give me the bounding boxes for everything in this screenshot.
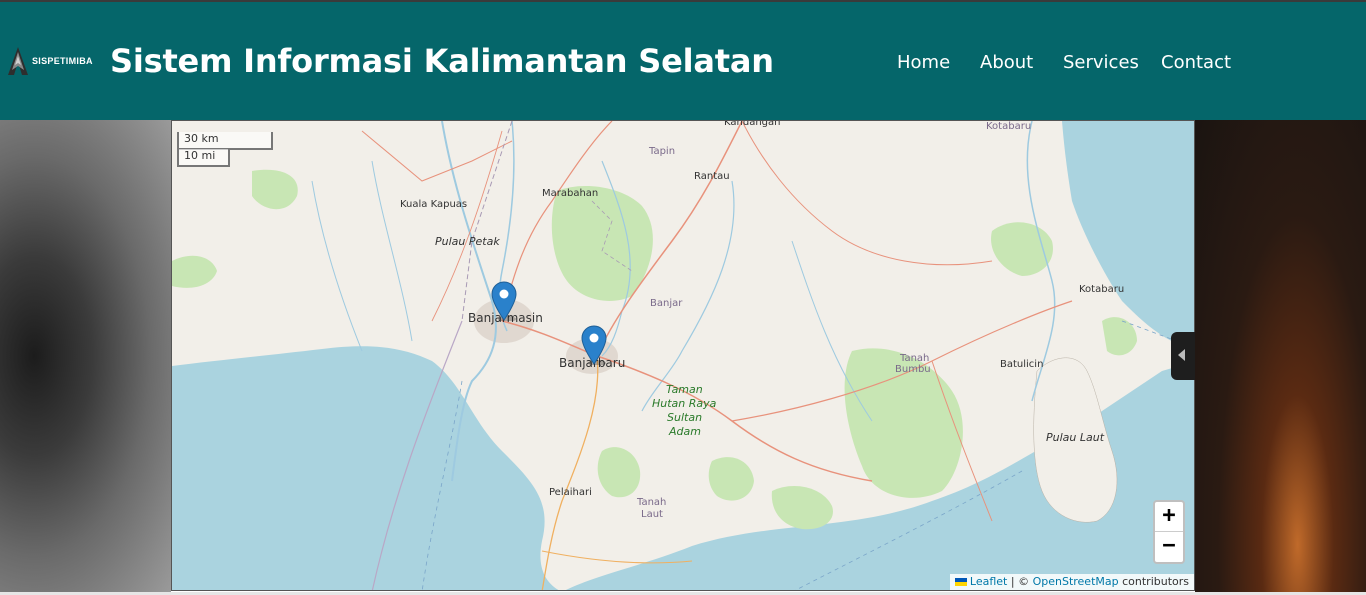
place-rantau: Rantau [694,171,730,182]
ukraine-flag-icon [954,578,967,586]
place-kotabaru: Kotabaru [1079,284,1125,295]
place-kuala-kapuas: Kuala Kapuas [400,199,468,210]
place-marabahan: Marabahan [542,188,599,199]
place-pelaihari: Pelaihari [549,487,592,498]
map-container[interactable]: 30 km 10 mi Kandangan Kotabaru Tapin Ran… [171,120,1195,591]
background-image-left [0,120,171,592]
map-attribution: Leaflet | © OpenStreetMap contributors [949,574,1194,590]
place-tanah-bumbu-2: Bumbu [895,364,931,375]
place-taman-4: Adam [669,425,701,438]
caret-left-icon [1178,349,1185,361]
main-nav: Home About Services Contact [0,52,1366,76]
place-banjar: Banjar [650,298,683,309]
nav-about-link[interactable]: About [980,52,1033,73]
place-pulau-petak: Pulau Petak [435,235,500,248]
nav-services-link[interactable]: Services [1063,52,1139,73]
leaflet-link[interactable]: Leaflet [970,575,1007,588]
place-kandangan: Kandangan [724,120,781,128]
openstreetmap-link[interactable]: OpenStreetMap [1033,575,1119,588]
map-marker-banjarbaru[interactable] [581,325,607,365]
place-tapin: Tapin [649,146,676,157]
place-tanah-bumbu-1: Tanah [900,353,930,364]
attribution-contributors: contributors [1118,575,1189,588]
place-kotabaru-top: Kotabaru [986,121,1032,132]
zoom-out-button[interactable]: − [1155,532,1183,562]
zoom-in-button[interactable]: + [1155,502,1183,532]
map-marker-banjarmasin[interactable] [491,281,517,321]
place-batulicin: Batulicin [1000,359,1044,370]
place-taman-3: Sultan [667,411,703,424]
map-tiles[interactable] [172,121,1195,591]
place-tanah-laut-1: Tanah [637,497,667,508]
zoom-control: + − [1153,500,1185,564]
place-taman-1: Taman [666,383,703,396]
nav-contact-link[interactable]: Contact [1161,52,1231,73]
attribution-separator: | © [1007,575,1033,588]
sidebar-toggle-button[interactable] [1171,332,1195,380]
scale-metric: 30 km [177,132,273,150]
scale-imperial: 10 mi [177,149,230,167]
background-image-right [1195,120,1366,592]
site-header: SISPETIMIBA Sistem Informasi Kalimantan … [0,2,1366,120]
place-tanah-laut-2: Laut [641,509,663,520]
place-taman-2: Hutan Raya [652,397,717,410]
nav-home-link[interactable]: Home [897,52,950,73]
place-pulau-laut: Pulau Laut [1046,431,1105,444]
